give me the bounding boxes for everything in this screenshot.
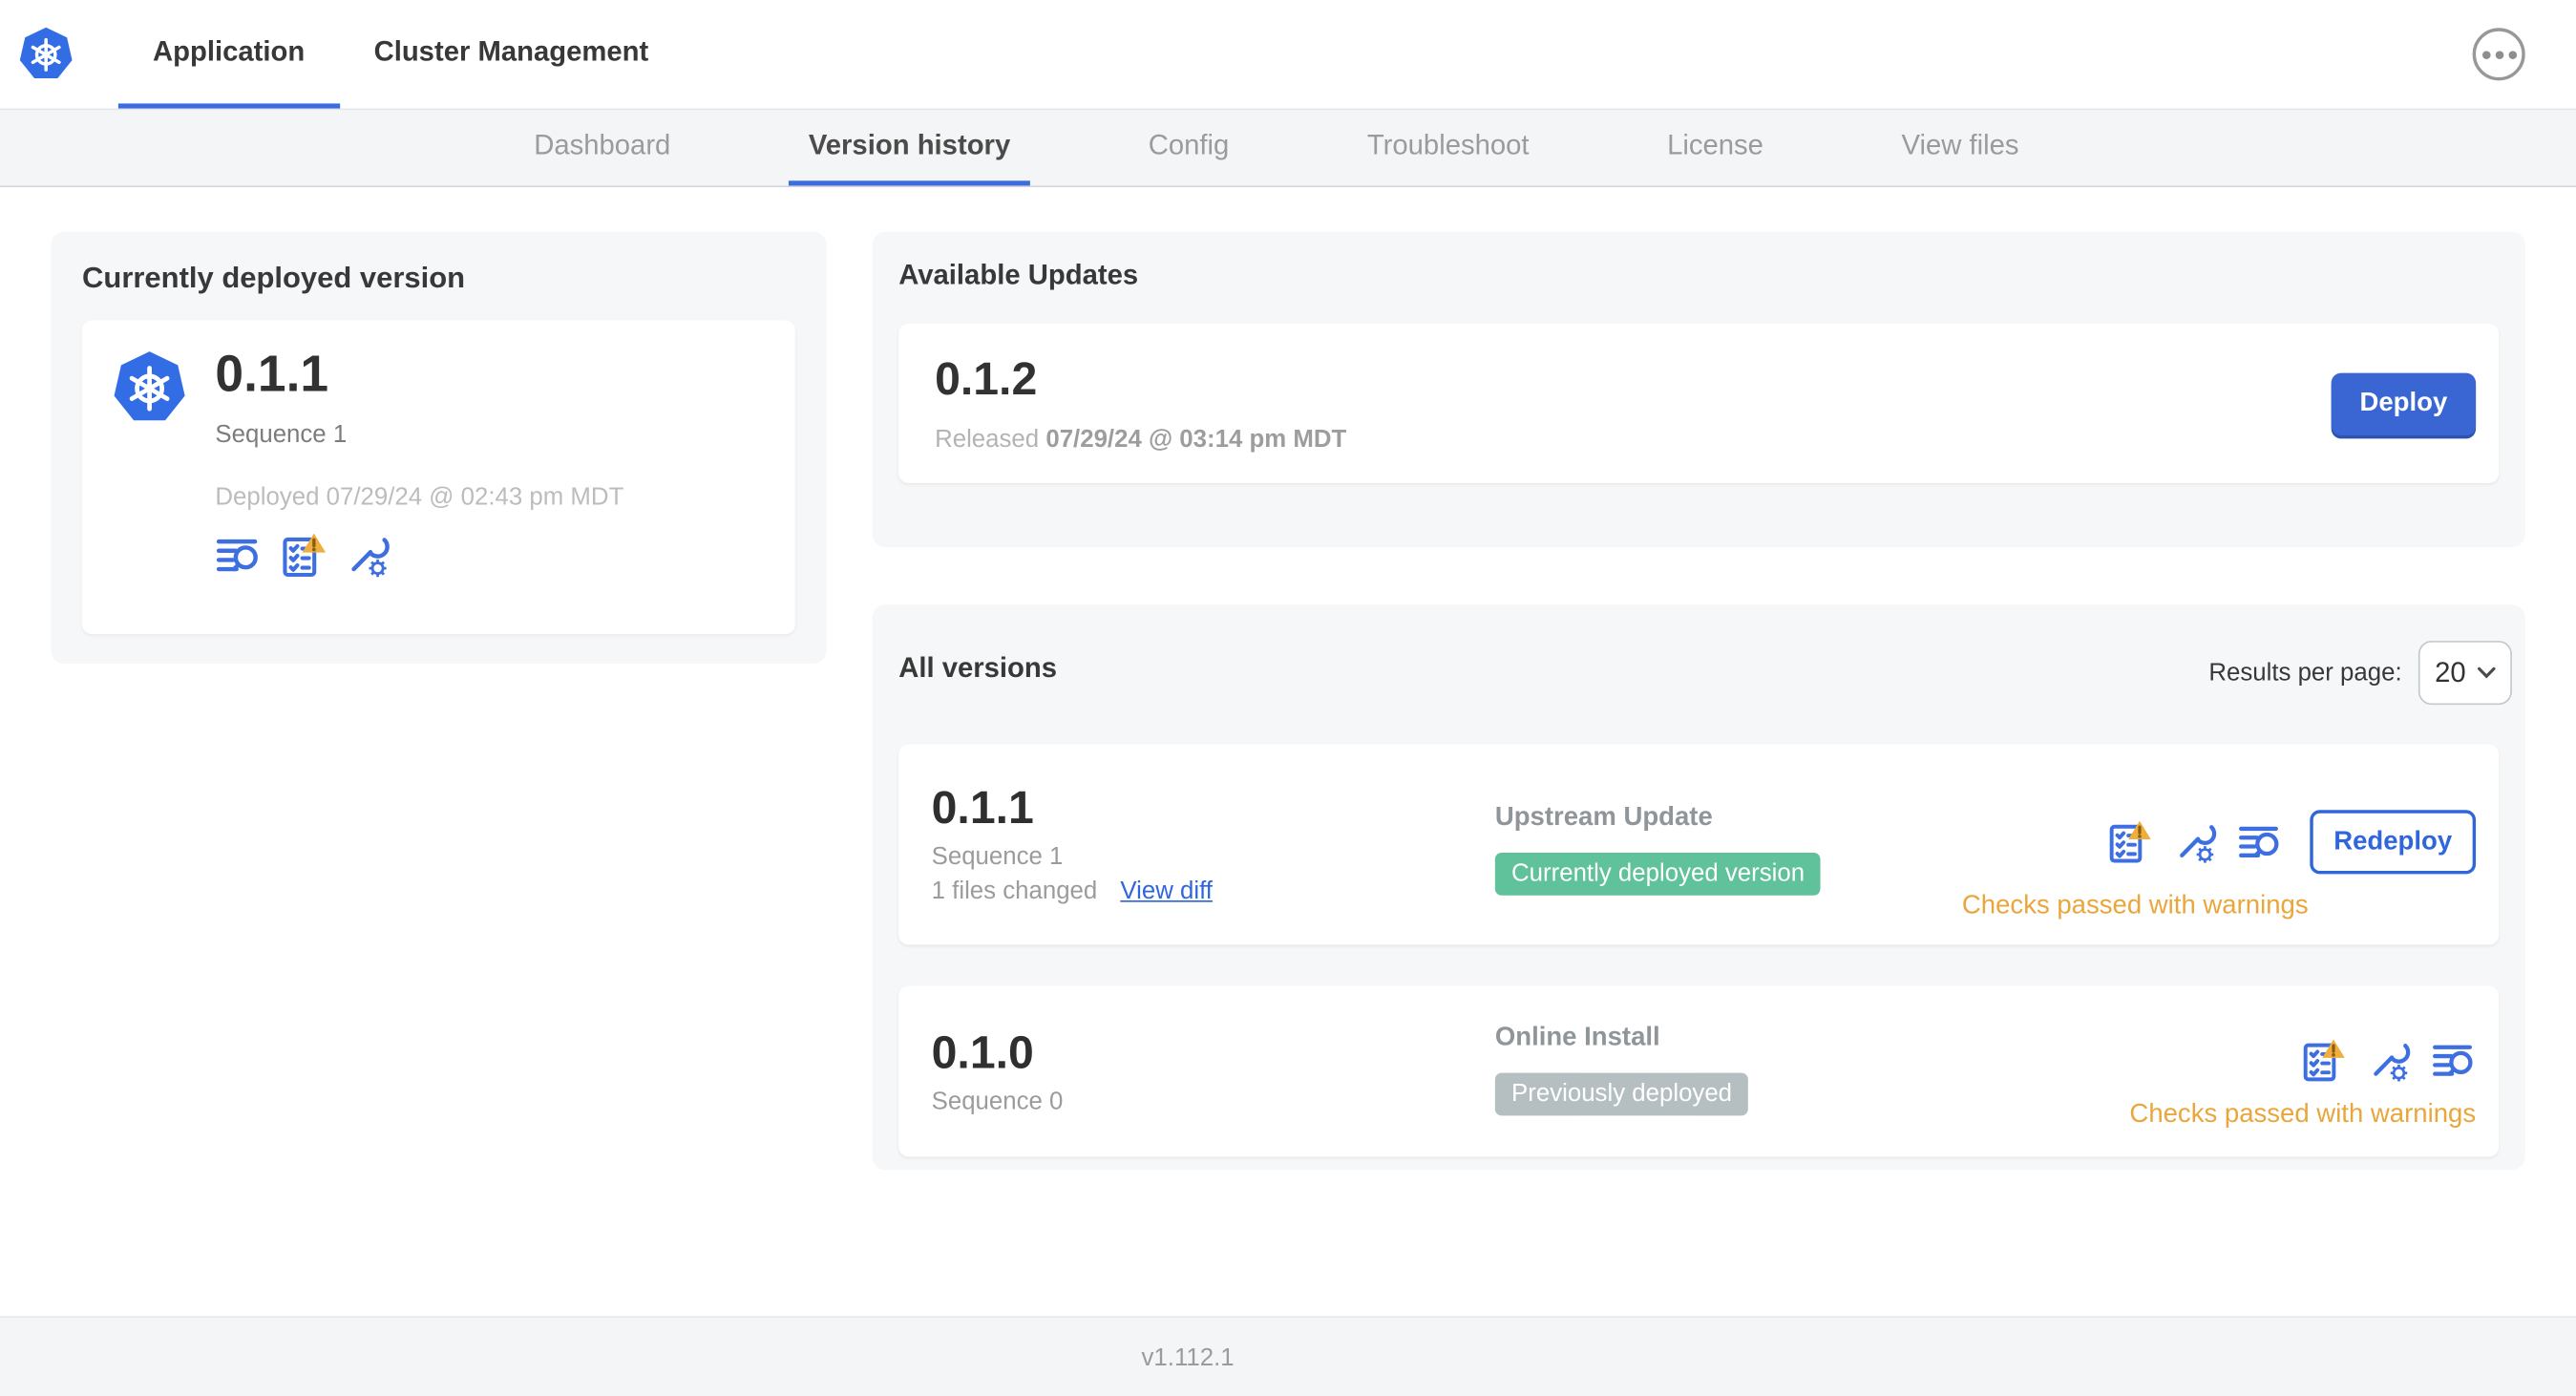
released-timestamp: 07/29/24 @ 03:14 pm MDT bbox=[1045, 424, 1347, 454]
more-menu-button[interactable] bbox=[2472, 28, 2525, 81]
version-row: 0.1.1 Sequence 1 1 files changed View di… bbox=[898, 744, 2500, 945]
tab-troubleshoot[interactable]: Troubleshoot bbox=[1347, 110, 1549, 185]
top-nav: Application Cluster Management bbox=[0, 0, 2576, 111]
released-prefix: Released bbox=[935, 424, 1040, 454]
previously-deployed-badge: Previously deployed bbox=[1494, 1072, 1749, 1116]
tab-application[interactable]: Application bbox=[117, 0, 340, 109]
results-per-page-select[interactable]: 20 bbox=[2418, 641, 2512, 706]
view-diff-link[interactable]: View diff bbox=[1120, 878, 1213, 905]
results-per-page-label: Results per page: bbox=[2208, 659, 2402, 687]
all-versions-title: All versions bbox=[898, 652, 1058, 684]
files-changed-label: 1 files changed bbox=[931, 877, 1098, 906]
tab-view-files[interactable]: View files bbox=[1882, 110, 2038, 185]
all-versions-card: All versions Results per page: 20 0.1.1 … bbox=[872, 604, 2525, 1171]
version-source-block: Upstream Update Currently deployed versi… bbox=[1494, 803, 1822, 896]
preflight-status-text: Checks passed with warnings bbox=[1961, 892, 2309, 920]
results-per-page: Results per page: 20 bbox=[2208, 641, 2512, 706]
available-updates-title: Available Updates bbox=[898, 259, 1139, 291]
deploy-button[interactable]: Deploy bbox=[2331, 371, 2477, 435]
deploy-logs-icon[interactable] bbox=[2432, 1038, 2476, 1082]
version-actions bbox=[2300, 1037, 2476, 1082]
admin-console-page: Application Cluster Management Dashboard… bbox=[0, 0, 2576, 1396]
update-row: 0.1.2 Released 07/29/24 @ 03:14 pm MDT D… bbox=[898, 323, 2500, 483]
top-tab-bar: Application Cluster Management bbox=[117, 0, 684, 109]
tab-cluster-management[interactable]: Cluster Management bbox=[339, 0, 683, 109]
currently-deployed-title: Currently deployed version bbox=[82, 261, 466, 295]
deployed-version-number: 0.1.1 bbox=[215, 345, 329, 403]
preflight-checks-warning-icon[interactable] bbox=[2106, 818, 2153, 864]
ellipsis-icon bbox=[2481, 50, 2490, 59]
redeploy-button[interactable]: Redeploy bbox=[2310, 810, 2477, 875]
deployed-timestamp: Deployed 07/29/24 @ 02:43 pm MDT bbox=[215, 482, 624, 512]
deployed-version-actions bbox=[215, 533, 623, 579]
update-released-line: Released 07/29/24 @ 03:14 pm MDT bbox=[935, 425, 1346, 453]
deployed-version-card: 0.1.1 Sequence 1 Deployed 07/29/24 @ 02:… bbox=[82, 320, 795, 635]
results-per-page-value: 20 bbox=[2435, 656, 2466, 688]
main-content: Currently deployed version 0.1.1 Sequenc… bbox=[0, 187, 2576, 1317]
app-icon-kubernetes bbox=[112, 350, 187, 426]
deployed-sequence: Sequence 1 bbox=[215, 420, 348, 449]
deployed-version-info: 0.1.1 Sequence 1 Deployed 07/29/24 @ 02:… bbox=[215, 345, 624, 608]
version-actions-block: Redeploy Checks passed with warnings bbox=[1961, 810, 2477, 921]
tab-cluster-management-label: Cluster Management bbox=[373, 34, 649, 67]
tab-config[interactable]: Config bbox=[1129, 110, 1249, 185]
update-version-number: 0.1.2 bbox=[935, 352, 1038, 404]
edit-config-icon[interactable] bbox=[2172, 820, 2216, 864]
version-source-label: Upstream Update bbox=[1494, 803, 1713, 832]
deploy-logs-icon[interactable] bbox=[2238, 820, 2282, 864]
chevron-down-icon bbox=[2477, 666, 2496, 679]
preflight-checks-warning-icon[interactable] bbox=[280, 533, 326, 579]
currently-deployed-badge: Currently deployed version bbox=[1494, 853, 1822, 896]
tab-license[interactable]: License bbox=[1647, 110, 1783, 185]
version-actions: Redeploy bbox=[2106, 810, 2477, 875]
ellipsis-icon bbox=[2494, 50, 2503, 59]
version-row: 0.1.0 Sequence 0 Online Install Previous… bbox=[898, 985, 2500, 1157]
preflight-checks-warning-icon[interactable] bbox=[2300, 1037, 2347, 1082]
update-info: 0.1.2 Released 07/29/24 @ 03:14 pm MDT bbox=[935, 352, 1346, 453]
console-footer: v1.112.1 bbox=[0, 1316, 2576, 1396]
version-source-block: Online Install Previously deployed bbox=[1494, 1023, 1749, 1116]
tab-dashboard[interactable]: Dashboard bbox=[515, 110, 690, 185]
all-versions-header: All versions Results per page: 20 bbox=[898, 632, 2512, 706]
currently-deployed-card: Currently deployed version 0.1.1 Sequenc… bbox=[51, 231, 827, 665]
available-updates-card: Available Updates 0.1.2 Released 07/29/2… bbox=[872, 231, 2525, 547]
edit-config-icon[interactable] bbox=[344, 533, 390, 579]
version-source-label: Online Install bbox=[1494, 1023, 1660, 1052]
tab-application-label: Application bbox=[153, 34, 306, 67]
app-sub-nav: Dashboard Version history Config Trouble… bbox=[0, 110, 2576, 188]
console-version: v1.112.1 bbox=[1141, 1343, 1235, 1371]
preflight-status-text: Checks passed with warnings bbox=[2129, 1100, 2477, 1130]
version-actions-block: Checks passed with warnings bbox=[2129, 1037, 2477, 1130]
tab-version-history[interactable]: Version history bbox=[789, 110, 1030, 186]
kubernetes-logo bbox=[18, 26, 74, 80]
ellipsis-icon bbox=[2507, 50, 2517, 59]
edit-config-icon[interactable] bbox=[2366, 1038, 2410, 1082]
deploy-logs-icon[interactable] bbox=[215, 533, 261, 579]
